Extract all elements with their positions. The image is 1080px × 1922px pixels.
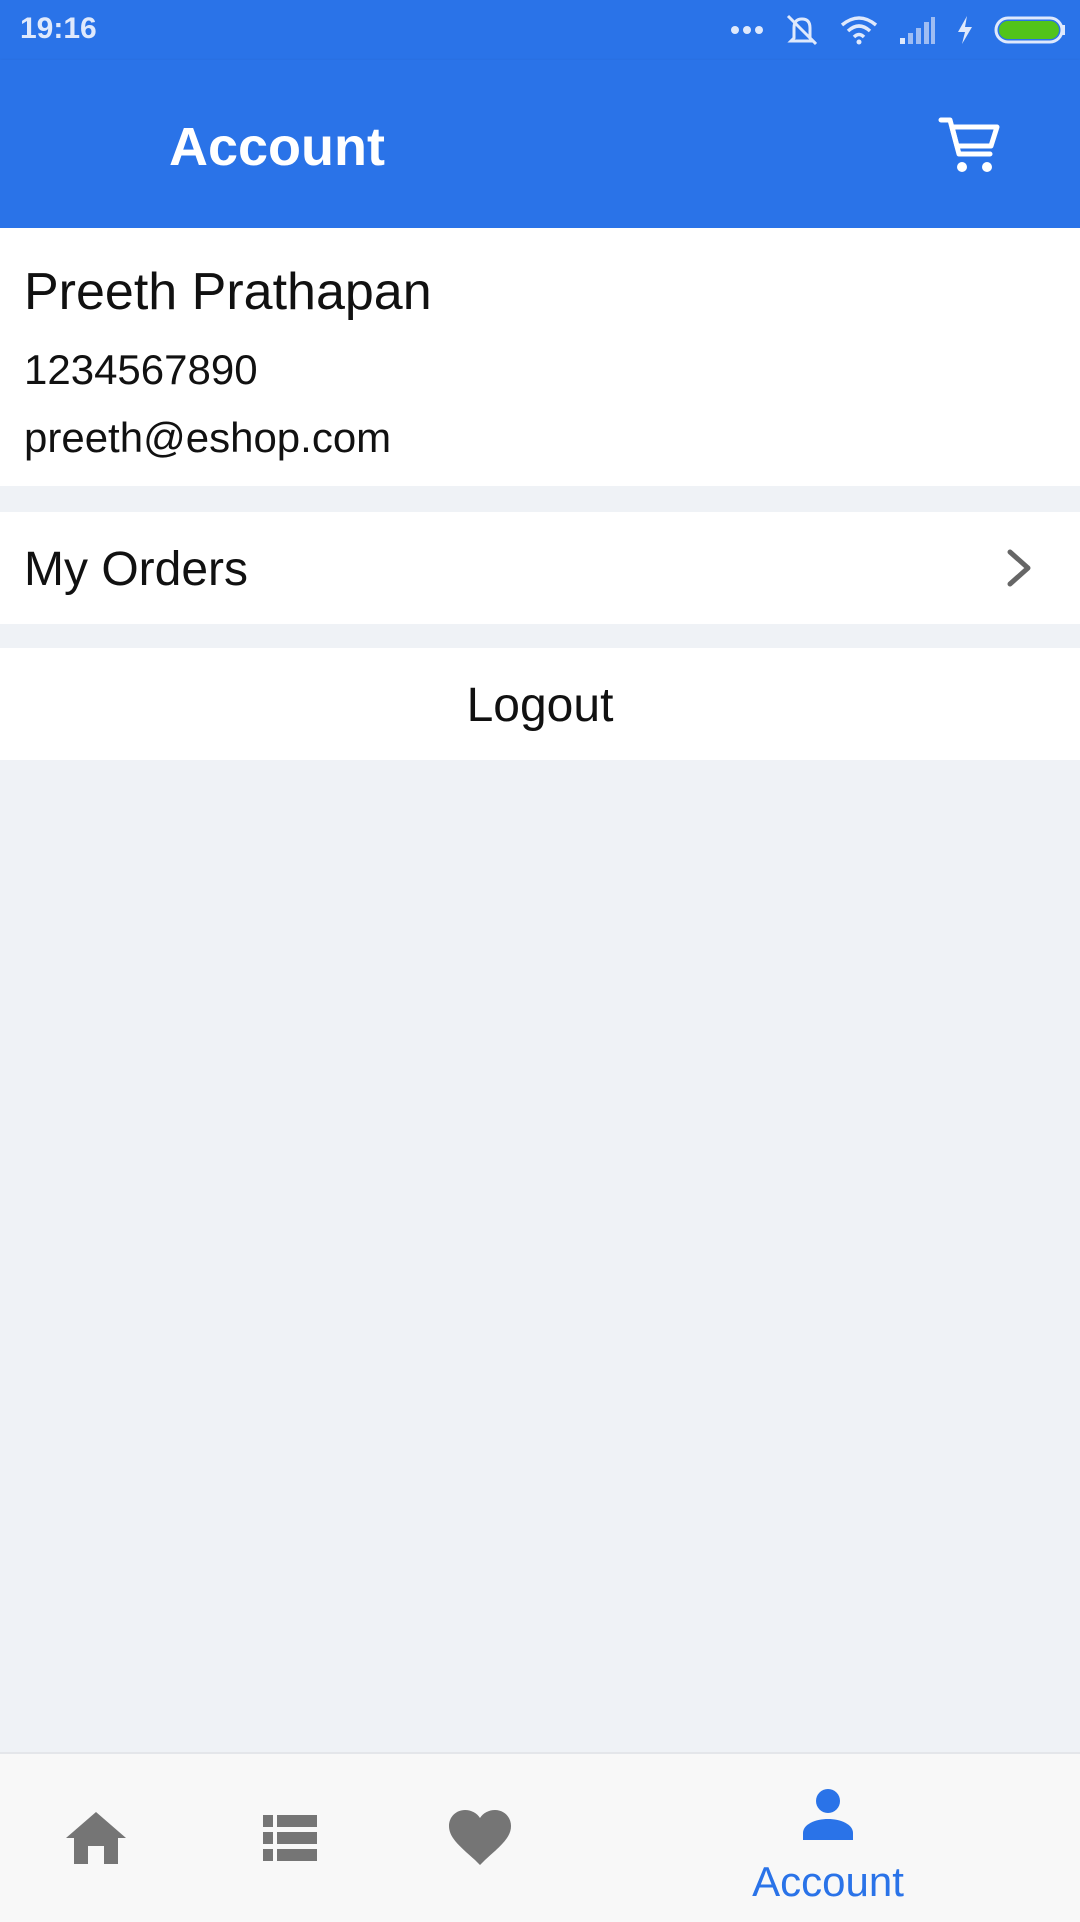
nav-home[interactable] [56,1754,136,1922]
cart-button[interactable] [932,108,1008,184]
nav-account-label: Account [752,1858,904,1905]
profile-card: Preeth Prathapan 1234567890 preeth@eshop… [0,228,1080,486]
person-icon [803,1789,853,1840]
profile-email: preeth@eshop.com [24,414,392,461]
my-orders-button[interactable]: My Orders [0,512,1080,624]
heart-icon [449,1810,511,1865]
status-icons [730,12,1066,48]
bottom-nav: Account [0,1752,1080,1922]
status-time: 19:16 [20,12,97,45]
nav-favorites[interactable] [440,1754,520,1922]
nav-list[interactable] [250,1754,330,1922]
profile-phone: 1234567890 [24,346,258,393]
more-dots-icon [731,26,763,34]
nav-account[interactable]: Account [700,1754,956,1922]
wifi-icon [840,16,878,45]
signal-icon [900,17,935,44]
cart-icon [938,117,1000,172]
status-bar: 19:16 [0,0,1080,60]
my-orders-label: My Orders [24,543,249,596]
charging-icon [958,16,972,44]
page-title: Account [169,117,385,177]
list-icon [263,1815,317,1861]
alarm-off-icon [786,14,818,46]
app-bar: Account [0,60,1080,228]
battery-icon [994,16,1065,44]
profile-name: Preeth Prathapan [24,263,432,321]
logout-label: Logout [466,679,614,732]
logout-button[interactable]: Logout [0,648,1080,760]
chevron-right-icon [1007,549,1031,587]
home-icon [66,1812,126,1864]
